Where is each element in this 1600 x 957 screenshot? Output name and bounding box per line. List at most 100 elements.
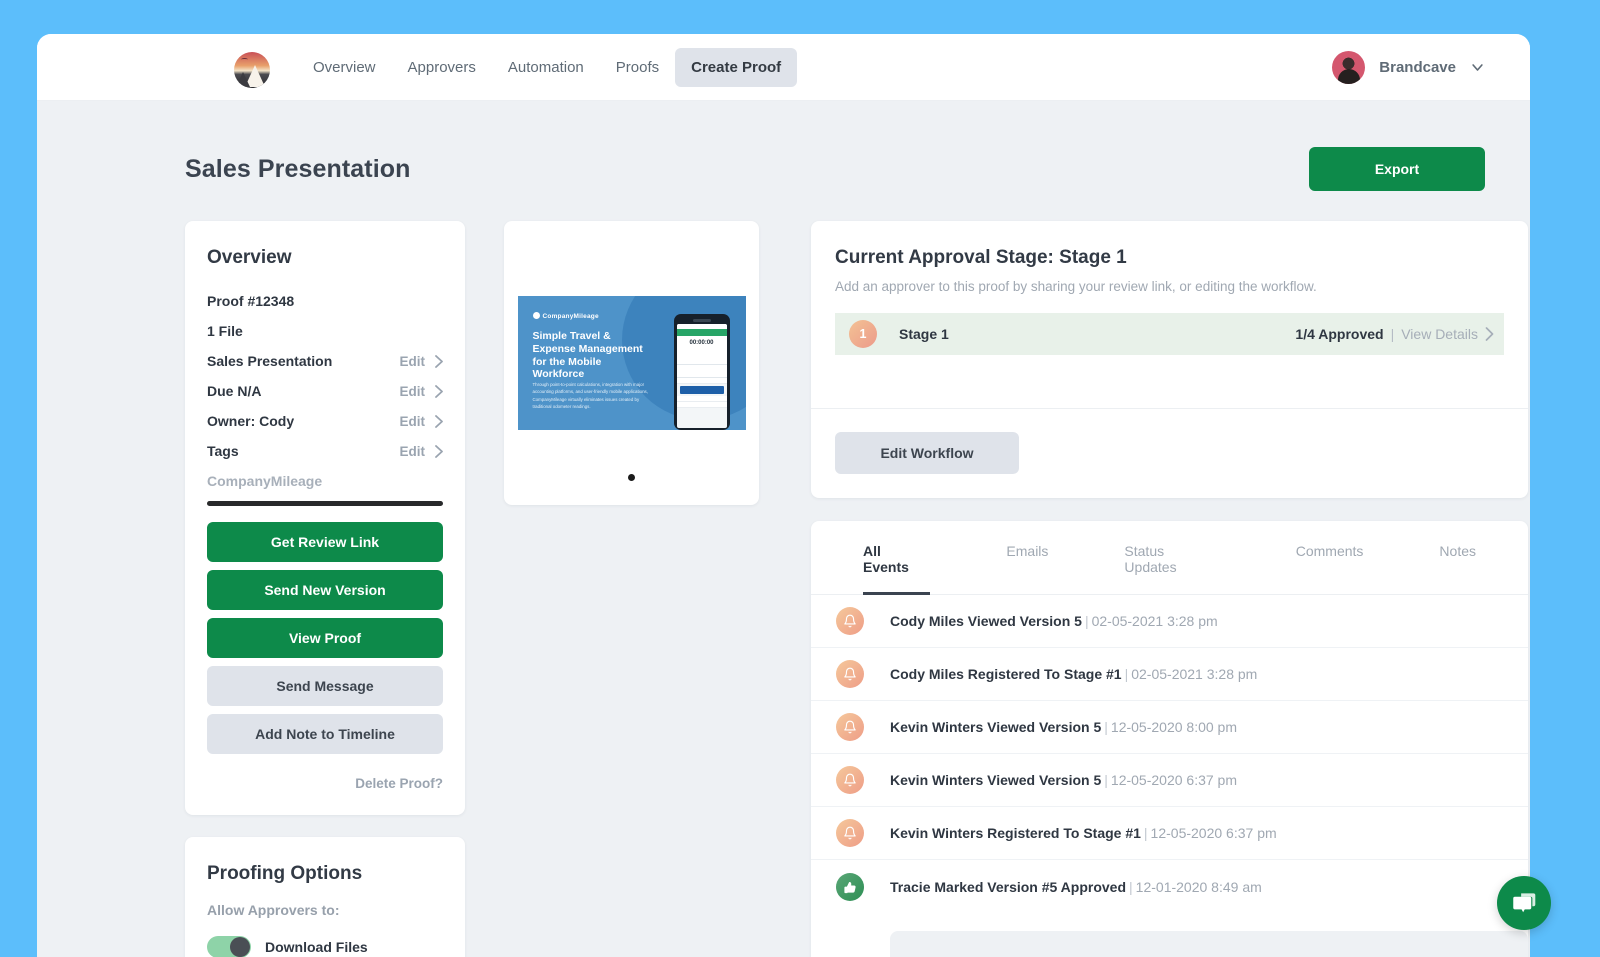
carousel-indicator[interactable] <box>504 474 759 481</box>
screen-root: Overview Approvers Automation Proofs Cre… <box>0 0 1600 957</box>
event-row[interactable]: Kevin Winters Registered To Stage #1 | 12-… <box>811 807 1528 860</box>
nav-item-automation[interactable]: Automation <box>492 48 600 87</box>
logo-dot-icon <box>532 312 540 319</box>
event-text: Cody Miles Registered To Stage #1 | 02-05-… <box>890 666 1257 682</box>
phone-mockup: 00:00:00 <box>673 314 730 430</box>
stage-separator: | <box>1390 326 1395 342</box>
nav-item-proofs[interactable]: Proofs <box>600 48 675 87</box>
comment-input-box[interactable] <box>890 931 1528 957</box>
chevron-right-icon <box>435 444 443 458</box>
proof-thumbnail: CompanyMileage Simple Travel & Expense M… <box>517 296 746 430</box>
event-title: Tracie Marked Version #5 Approved <box>890 878 1127 895</box>
companymileage-logo: CompanyMileage <box>532 312 599 320</box>
event-separator: | <box>1124 666 1129 682</box>
delete-proof-link[interactable]: Delete Proof? <box>207 776 443 791</box>
tab-all-events[interactable]: All Events <box>863 521 931 595</box>
tab-emails[interactable]: Emails <box>1006 521 1048 595</box>
page-body: Sales Presentation Export Overview Proof… <box>37 101 1530 957</box>
event-text: Tracie Marked Version #5 Approved | 12-01-… <box>890 879 1262 895</box>
overview-row-name: Sales Presentation Edit <box>207 346 443 376</box>
event-text: Kevin Winters Registered To Stage #1 | 12-… <box>890 825 1277 841</box>
thumbnail-headline: Simple Travel & Expense Management for t… <box>532 330 643 381</box>
download-files-label: Download Files <box>265 939 368 955</box>
toggle-knob <box>230 937 250 957</box>
add-note-to-timeline-button[interactable]: Add Note to Timeline <box>207 714 443 754</box>
avatar <box>1332 51 1366 84</box>
content-columns: Overview Proof #12348 1 File Sales Prese… <box>37 191 1530 957</box>
stage-row[interactable]: 1 Stage 1 1/4 Approved | View Details <box>835 313 1504 355</box>
overview-card: Overview Proof #12348 1 File Sales Prese… <box>185 221 465 815</box>
edit-workflow-button[interactable]: Edit Workflow <box>835 432 1019 474</box>
chat-widget-button[interactable] <box>1497 876 1551 930</box>
proofing-options-subtitle: Allow Approvers to: <box>207 902 340 918</box>
event-row[interactable]: Kevin Winters Viewed Version 5 | 12-05-202… <box>811 754 1528 807</box>
proofing-option-row: Download Files <box>207 936 443 957</box>
middle-column: CompanyMileage Simple Travel & Expense M… <box>504 221 759 505</box>
thumbnail-body: Through point-to-point calculations, int… <box>532 382 648 410</box>
approval-subtitle: Add an approver to this proof by sharing… <box>835 279 1317 294</box>
overview-row-owner: Owner: Cody Edit <box>207 406 443 436</box>
events-card: All Events Emails Status Updates Comment… <box>811 521 1528 957</box>
tab-notes[interactable]: Notes <box>1439 521 1476 595</box>
overview-due-label: Due N/A <box>207 383 262 399</box>
view-proof-button[interactable]: View Proof <box>207 618 443 658</box>
get-review-link-button[interactable]: Get Review Link <box>207 522 443 562</box>
edit-due-button[interactable]: Edit <box>400 384 444 399</box>
send-message-button[interactable]: Send Message <box>207 666 443 706</box>
approval-stage-card: Current Approval Stage: Stage 1 Add an a… <box>811 221 1528 498</box>
app-window: Overview Approvers Automation Proofs Cre… <box>37 34 1530 957</box>
download-files-toggle[interactable] <box>207 936 251 957</box>
chevron-right-icon <box>435 354 443 368</box>
approval-footer: Edit Workflow <box>811 408 1528 498</box>
carousel-dot-1[interactable] <box>628 474 635 481</box>
send-new-version-button[interactable]: Send New Version <box>207 570 443 610</box>
phone-screen: 00:00:00 <box>676 323 727 428</box>
event-time: 12-05-2020 6:37 pm <box>1150 825 1277 841</box>
proof-preview-card[interactable]: CompanyMileage Simple Travel & Expense M… <box>504 221 759 505</box>
event-time: 02-05-2021 3:28 pm <box>1091 613 1218 629</box>
event-row[interactable]: Cody Miles Viewed Version 5 | 02-05-2021 3… <box>811 595 1528 648</box>
nav-items: Overview Approvers Automation Proofs Cre… <box>297 47 798 87</box>
nav-item-approvers[interactable]: Approvers <box>392 48 492 87</box>
event-text: Cody Miles Viewed Version 5 | 02-05-2021 3… <box>890 613 1218 629</box>
right-column: Current Approval Stage: Stage 1 Add an a… <box>811 221 1528 957</box>
tab-status-updates[interactable]: Status Updates <box>1124 521 1219 595</box>
overview-file-count: 1 File <box>207 316 443 346</box>
event-row[interactable]: Kevin Winters Viewed Version 5 | 12-05-202… <box>811 701 1528 754</box>
event-time: 02-05-2021 3:28 pm <box>1131 666 1258 682</box>
progress-bar <box>207 501 443 506</box>
edit-tags-button[interactable]: Edit <box>400 444 444 459</box>
nav-item-create-proof[interactable]: Create Proof <box>675 47 798 87</box>
event-separator: | <box>1143 825 1148 841</box>
edit-owner-button[interactable]: Edit <box>400 414 444 429</box>
approval-title: Current Approval Stage: Stage 1 <box>835 247 1127 268</box>
edit-name-button[interactable]: Edit <box>400 354 444 369</box>
overview-row-tags: Tags Edit <box>207 436 443 466</box>
event-separator: | <box>1084 613 1089 629</box>
nav-item-overview[interactable]: Overview <box>297 48 392 87</box>
page-title: Sales Presentation <box>185 154 411 183</box>
phone-notch <box>692 319 711 322</box>
overview-tags-label: Tags <box>207 443 239 459</box>
tag-value: CompanyMileage <box>207 473 323 489</box>
top-navigation-bar: Overview Approvers Automation Proofs Cre… <box>37 34 1530 101</box>
page-header: Sales Presentation Export <box>37 101 1530 191</box>
event-text: Kevin Winters Viewed Version 5 | 12-05-202… <box>890 772 1237 788</box>
chat-bubble-icon <box>1512 892 1535 912</box>
user-menu[interactable]: Brandcave <box>1332 34 1485 101</box>
event-row[interactable]: Cody Miles Registered To Stage #1 | 02-05-… <box>811 648 1528 701</box>
stage-status: 1/4 Approved | View Details <box>1295 326 1504 342</box>
view-details-link[interactable]: View Details <box>1401 326 1478 342</box>
event-title: Kevin Winters Viewed Version 5 <box>890 772 1102 788</box>
overview-owner-label: Owner: Cody <box>207 413 295 429</box>
thumbnail-brand: CompanyMileage <box>542 313 599 320</box>
event-time: 12-05-2020 6:37 pm <box>1110 772 1237 788</box>
event-row[interactable]: Tracie Marked Version #5 Approved | 12-01-… <box>811 860 1528 913</box>
export-button[interactable]: Export <box>1309 147 1485 191</box>
bell-icon <box>836 819 864 847</box>
brandcave-logo-icon[interactable] <box>234 52 270 88</box>
overview-name-label: Sales Presentation <box>207 353 333 369</box>
overview-row-due: Due N/A Edit <box>207 376 443 406</box>
tab-comments[interactable]: Comments <box>1296 521 1364 595</box>
stage-approved-count: 1/4 Approved <box>1295 326 1384 342</box>
